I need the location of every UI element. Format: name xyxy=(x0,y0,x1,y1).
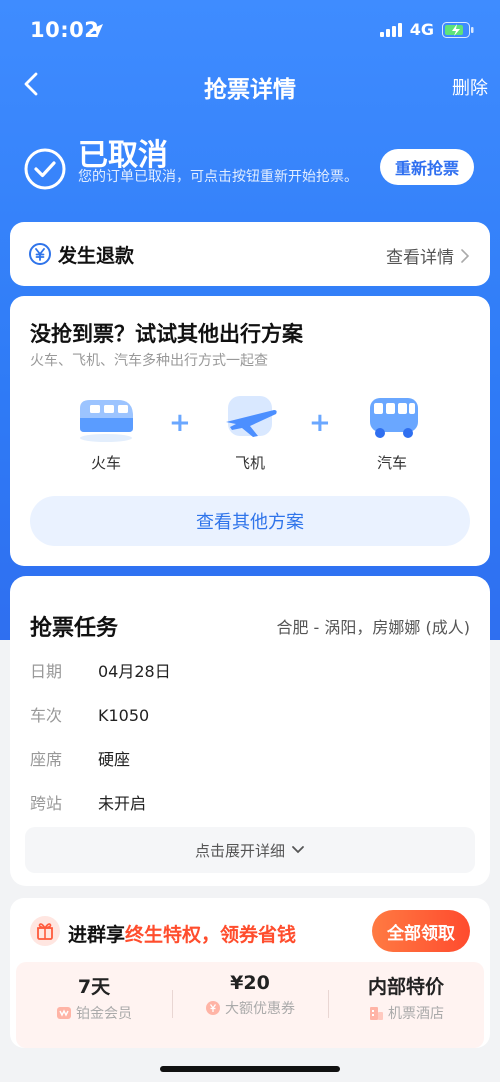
hotel-icon xyxy=(370,1007,383,1020)
group-promo-prefix: 进群享 xyxy=(68,924,126,946)
expand-details-button[interactable]: 点击展开详细 xyxy=(25,827,475,873)
signal-icon xyxy=(379,22,402,37)
task-key: 日期 xyxy=(30,662,63,681)
status-indicators: 4G xyxy=(379,20,474,39)
task-row-date: 日期 04月28日 xyxy=(30,658,171,682)
perk-sub-label: 机票酒店 xyxy=(388,1006,444,1022)
airplane-icon xyxy=(226,396,277,437)
perks-strip: 7天 铂金会员 ¥20 大额优惠券 内部特价 机票酒店 xyxy=(16,962,484,1048)
refund-detail-label: 查看详情 xyxy=(386,248,454,268)
status-bar: 10:02 4G xyxy=(0,0,500,60)
task-row-train: 车次 K1050 xyxy=(30,702,149,726)
train-icon xyxy=(80,400,133,442)
check-circle-icon xyxy=(24,148,66,190)
mode-label-train: 火车 xyxy=(90,454,121,472)
alternatives-subtitle: 火车、飞机、汽车多种出行方式一起查 xyxy=(30,353,268,369)
perk-item[interactable]: 7天 铂金会员 xyxy=(16,972,172,1023)
gift-icon xyxy=(30,916,60,946)
task-key: 车次 xyxy=(30,706,63,725)
group-promo-highlight: 终生特权，领券省钱 xyxy=(125,924,297,946)
chevron-right-icon xyxy=(461,248,470,263)
location-arrow-icon xyxy=(89,24,103,38)
claim-all-button[interactable]: 全部领取 xyxy=(372,910,470,952)
battery-charging-icon xyxy=(442,21,474,38)
task-key: 座席 xyxy=(30,750,63,769)
page-title: 抢票详情 xyxy=(204,77,296,103)
expand-details-label: 点击展开详细 xyxy=(194,841,285,860)
navigation-bar: 抢票详情 删除 xyxy=(0,60,500,110)
mode-label-airplane: 飞机 xyxy=(234,454,265,472)
perk-item[interactable]: 内部特价 机票酒店 xyxy=(328,972,484,1023)
alternative-travel-card: 没抢到票？试试其他出行方案 火车、飞机、汽车多种出行方式一起查 火车 + 飞机 … xyxy=(10,296,490,566)
delete-button[interactable]: 删除 xyxy=(452,74,488,100)
network-type: 4G xyxy=(409,20,434,39)
task-row-seat: 座席 硬座 xyxy=(30,746,130,770)
task-key: 跨站 xyxy=(30,794,63,813)
home-indicator xyxy=(160,1066,340,1072)
chevron-down-icon xyxy=(292,846,304,854)
vip-icon xyxy=(57,1007,71,1019)
perk-item[interactable]: ¥20 大额优惠券 xyxy=(172,972,328,1018)
task-route: 合肥 - 涡阳，房娜娜 (成人) xyxy=(276,618,470,637)
group-promo-card: 进群享终生特权，领券省钱 全部领取 7天 铂金会员 ¥20 大额优惠券 内部特价… xyxy=(10,898,490,1048)
bus-icon xyxy=(370,398,418,438)
perk-main: ¥20 xyxy=(230,972,270,994)
plus-symbol: + xyxy=(169,408,191,438)
mode-bus[interactable]: 汽车 xyxy=(352,392,432,472)
coupon-icon xyxy=(206,1001,220,1015)
task-value: 04月28日 xyxy=(98,662,171,681)
regrab-ticket-button[interactable]: 重新抢票 xyxy=(380,149,474,185)
refund-detail-link[interactable]: 查看详情 xyxy=(386,243,470,268)
view-other-options-button[interactable]: 查看其他方案 xyxy=(30,496,470,546)
mode-train[interactable]: 火车 xyxy=(66,392,146,472)
perk-sub-label: 大额优惠券 xyxy=(225,1001,295,1017)
perk-sub: 机票酒店 xyxy=(328,1003,484,1023)
plus-symbol: + xyxy=(309,408,331,438)
perk-sub: 大额优惠券 xyxy=(172,998,328,1018)
perk-sub-label: 铂金会员 xyxy=(76,1006,132,1022)
mode-airplane[interactable]: 飞机 xyxy=(210,392,290,472)
task-title: 抢票任务 xyxy=(30,616,119,641)
mode-label-bus: 汽车 xyxy=(376,454,407,472)
yen-circle-icon xyxy=(29,243,51,265)
refund-title: 发生退款 xyxy=(58,245,135,267)
grab-task-card: 抢票任务 合肥 - 涡阳，房娜娜 (成人) 日期 04月28日 车次 K1050 座… xyxy=(10,576,490,886)
task-row-cross-station: 跨站 未开启 xyxy=(30,790,146,814)
task-value: 未开启 xyxy=(98,794,147,813)
group-promo-text: 进群享终生特权，领券省钱 xyxy=(68,920,296,947)
perk-main: 内部特价 xyxy=(367,976,444,998)
alternatives-title: 没抢到票？试试其他出行方案 xyxy=(30,322,303,346)
perk-main: 7天 xyxy=(77,976,111,998)
task-value: K1050 xyxy=(98,706,150,725)
order-status-description: 您的订单已取消，可点击按钮重新开始抢票。 xyxy=(78,169,358,185)
refund-card[interactable]: 发生退款 查看详情 xyxy=(10,222,490,286)
perk-sub: 铂金会员 xyxy=(16,1003,172,1023)
task-value: 硬座 xyxy=(98,750,131,769)
